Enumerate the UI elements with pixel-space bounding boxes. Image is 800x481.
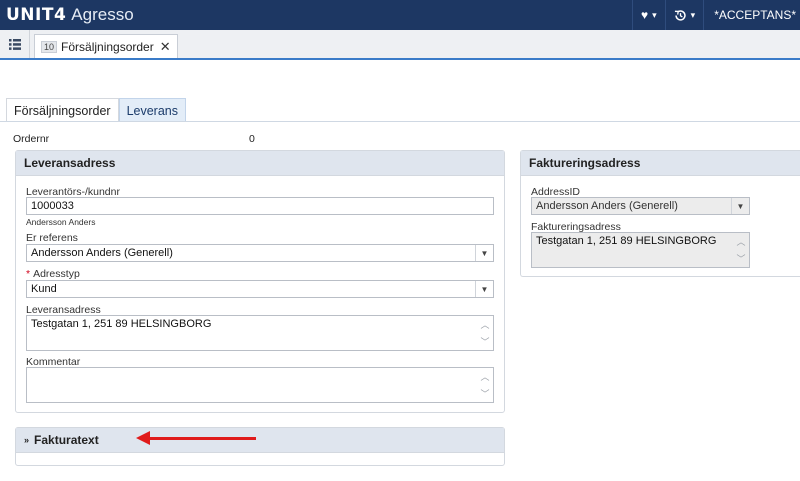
tab-title: Försäljningsorder (61, 39, 154, 54)
history-icon (674, 9, 686, 21)
invoice-address-panel: Faktureringsadress AddressID Andersson A… (520, 150, 800, 277)
addresstype-label: * Adresstyp (26, 268, 80, 280)
brand-agresso: Agresso (71, 5, 134, 24)
textarea-scrollbar[interactable]: ︿ ﹀ (479, 318, 491, 348)
delivery-address-panel: Leveransadress Leverantörs-/kundnr 10000… (15, 150, 505, 413)
scroll-down-icon[interactable]: ﹀ (480, 335, 489, 348)
reference-select[interactable]: Andersson Anders (Generell) ▼ (26, 244, 494, 262)
scroll-up-icon[interactable]: ︿ (480, 318, 489, 331)
annotation-arrow-line (146, 437, 256, 440)
sub-tabs: Försäljningsorder Leverans (6, 98, 187, 122)
addresstype-select[interactable]: Kund ▼ (26, 280, 494, 298)
delivery-address-textarea[interactable]: Testgatan 1, 251 89 HELSINGBORG ︿ ﹀ (26, 315, 494, 351)
brand-unit4: UNIT4 (6, 5, 67, 25)
ordernr-value: 0 (249, 133, 255, 145)
menu-button[interactable] (0, 30, 30, 58)
chevron-down-icon[interactable]: ▼ (731, 198, 749, 214)
delivery-address-title: Leveransadress (24, 156, 116, 170)
list-icon (8, 38, 21, 50)
reference-label: Er referens (26, 232, 78, 244)
scroll-up-icon[interactable]: ︿ (736, 235, 745, 248)
textarea-scrollbar[interactable]: ︿ ﹀ (479, 370, 491, 400)
supplier-input[interactable]: 1000033 (26, 197, 494, 215)
tab-forsaljningsorder[interactable]: 10 Försäljningsorder ✕ (34, 34, 178, 58)
addresstype-value: Kund (31, 283, 57, 295)
ordernr-label: Ordernr (13, 133, 50, 145)
reference-value: Andersson Anders (Generell) (31, 247, 173, 259)
addressid-select[interactable]: Andersson Anders (Generell) ▼ (531, 197, 750, 215)
history-button[interactable]: ▾ (664, 0, 704, 30)
invoice-address-textarea[interactable]: Testgatan 1, 251 89 HELSINGBORG ︿ ﹀ (531, 232, 750, 268)
close-icon[interactable]: ✕ (160, 39, 171, 55)
addressid-value: Andersson Anders (Generell) (536, 200, 678, 212)
subtab-leverans[interactable]: Leverans (118, 98, 187, 122)
invoice-address-value: Testgatan 1, 251 89 HELSINGBORG (536, 235, 717, 247)
favorites-button[interactable]: ♥ ▾ (632, 0, 665, 30)
tab-number-badge: 10 (41, 40, 58, 53)
invoice-address-title: Faktureringsadress (529, 156, 641, 170)
delivery-address-value: Testgatan 1, 251 89 HELSINGBORG (31, 318, 212, 330)
scroll-up-icon[interactable]: ︿ (480, 370, 489, 383)
top-bar: UNIT4 Agresso ♥ ▾ ▾ *ACCEPTANS* (0, 0, 800, 30)
heart-icon: ♥ (641, 8, 649, 22)
chevron-down-icon[interactable]: ▼ (475, 281, 493, 297)
chevron-down-icon: ▾ (690, 9, 696, 20)
delivery-address-header[interactable]: Leveransadress (16, 151, 504, 176)
supplier-value: 1000033 (31, 200, 74, 212)
textarea-scrollbar[interactable]: ︿ ﹀ (735, 235, 747, 265)
invoice-text-header[interactable]: » Fakturatext (16, 428, 504, 453)
subtab-forsaljningsorder[interactable]: Försäljningsorder (6, 98, 119, 122)
required-marker: * (26, 268, 31, 280)
chevron-down-icon[interactable]: ▼ (475, 245, 493, 261)
tab-strip: 10 Försäljningsorder ✕ (0, 30, 800, 60)
invoice-text-panel: » Fakturatext (15, 427, 505, 466)
supplier-hint: Andersson Anders (26, 217, 96, 227)
chevron-down-icon: ▾ (652, 9, 657, 20)
user-label: *ACCEPTANS* (714, 8, 796, 22)
scroll-down-icon[interactable]: ﹀ (480, 387, 489, 400)
user-menu-button[interactable]: *ACCEPTANS* (703, 0, 800, 30)
app-logo[interactable]: UNIT4 Agresso (6, 5, 134, 25)
expand-icon[interactable]: » (24, 435, 29, 445)
invoice-text-title: Fakturatext (34, 433, 99, 447)
comment-textarea[interactable]: ︿ ﹀ (26, 367, 494, 403)
subtab-divider (0, 121, 800, 122)
scroll-down-icon[interactable]: ﹀ (736, 252, 745, 265)
invoice-address-header[interactable]: Faktureringsadress (521, 151, 800, 176)
addresstype-label-text: Adresstyp (33, 268, 80, 280)
